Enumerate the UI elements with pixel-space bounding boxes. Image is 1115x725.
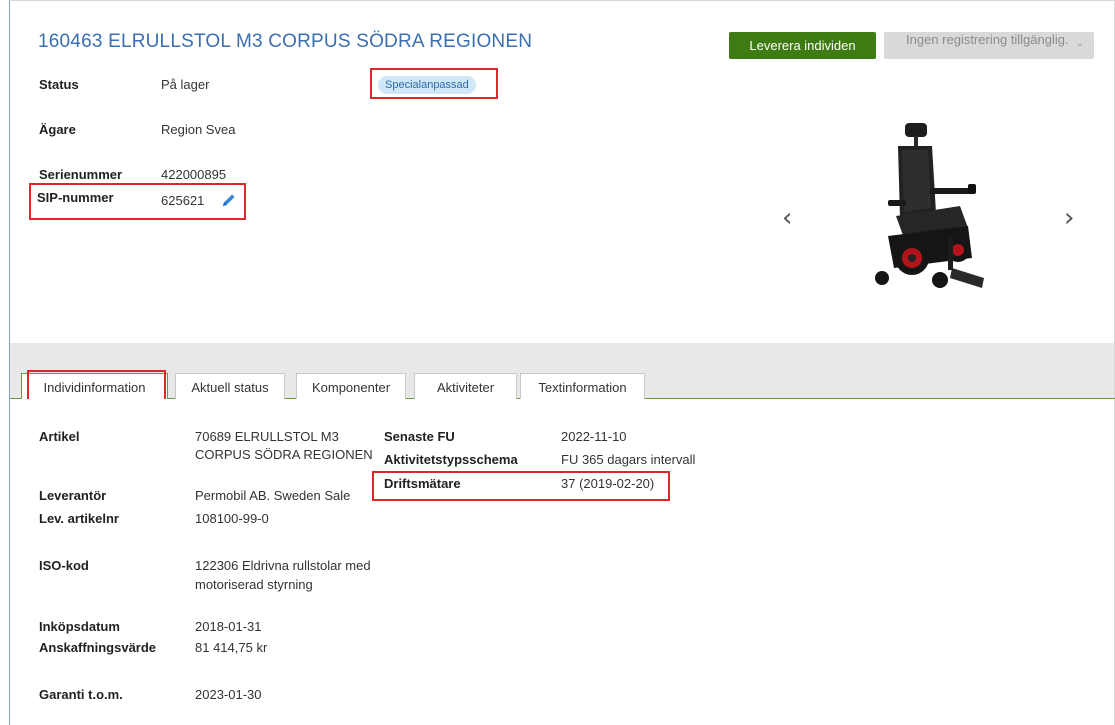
senaste-fu-label: Senaste FU [384,429,455,444]
artikel-value-line1: 70689 ELRULLSTOL M3 [195,429,339,444]
iso-label: ISO-kod [39,558,89,573]
driftsmatare-label: Driftsmätare [384,476,461,491]
serial-value: 422000895 [161,167,227,182]
leverantor-label: Leverantör [39,488,107,503]
tab-komponenter[interactable]: Komponenter [296,373,406,399]
page-title: 160463 ELRULLSTOL M3 CORPUS SÖDRA REGION… [38,31,533,52]
status-value: På lager [161,77,210,92]
garanti-value: 2023-01-30 [195,687,262,702]
status-label: Status [39,77,79,92]
sip-label: SIP-nummer [37,190,114,205]
owner-value: Region Svea [161,122,236,137]
registration-select-label: Ingen registrering tillgänglig. [906,32,1069,47]
iso-value-line1: 122306 Eldrivna rullstolar med [195,558,371,573]
registration-select[interactable]: Ingen registrering tillgänglig. ⌄ [884,32,1094,59]
serial-label: Serienummer [39,167,123,182]
lev-artikelnr-label: Lev. artikelnr [39,511,119,526]
wheelchair-product-image [875,123,984,288]
carousel-prev-button[interactable]: ‹ [782,203,792,233]
carousel-next-button[interactable]: › [1064,203,1074,233]
driftsmatare-value: 37 (2019-02-20) [561,476,655,491]
special-badge: Specialanpassad [378,76,476,94]
chevron-down-icon: ⌄ [1075,38,1084,49]
aktivitetstypsschema-label: Aktivitetstypsschema [384,452,518,467]
details-panel [9,399,1115,725]
sip-value: 625621 [161,193,205,208]
anskaffningsvarde-label: Anskaffningsvärde [39,640,157,655]
tab-aktuell-status[interactable]: Aktuell status [175,373,285,399]
inkopsdatum-label: Inköpsdatum [39,619,120,634]
edit-pencil-icon[interactable] [221,192,237,208]
owner-label: Ägare [39,122,76,137]
tab-textinformation[interactable]: Textinformation [520,373,645,399]
lev-artikelnr-value: 108100-99-0 [195,511,269,526]
anskaffningsvarde-value: 81 414,75 kr [195,640,268,655]
badge-highlight: Specialanpassad [370,68,498,99]
senaste-fu-value: 2022-11-10 [561,429,627,444]
iso-value-line2: motoriserad styrning [195,577,313,592]
artikel-value-line2: CORPUS SÖDRA REGIONEN [195,447,373,462]
aktivitetstypsschema-value: FU 365 dagars intervall [561,452,696,467]
artikel-label: Artikel [39,429,80,444]
tab-aktiviteter[interactable]: Aktiviteter [414,373,517,399]
leverantor-value: Permobil AB. Sweden Sale [195,488,351,503]
garanti-label: Garanti t.o.m. [39,687,123,702]
inkopsdatum-value: 2018-01-31 [195,619,262,634]
deliver-individual-button[interactable]: Leverera individen [729,32,876,59]
